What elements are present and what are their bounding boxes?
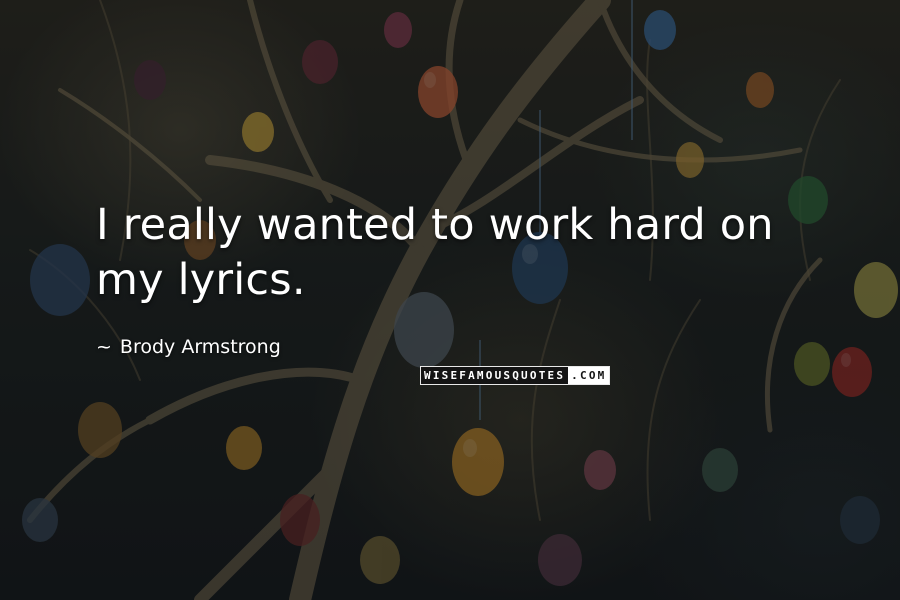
quote-image: I really wanted to work hard on my lyric… bbox=[0, 0, 900, 600]
author-line: ~ Brody Armstrong bbox=[96, 335, 281, 359]
watermark-suffix: .COM bbox=[568, 367, 610, 384]
watermark-main: WISEFAMOUSQUOTES bbox=[421, 367, 569, 384]
quote-block: I really wanted to work hard on my lyric… bbox=[96, 198, 836, 308]
site-watermark-logo: WISEFAMOUSQUOTES .COM bbox=[420, 366, 611, 385]
author-prefix: ~ bbox=[96, 336, 112, 358]
author-name: Brody Armstrong bbox=[119, 336, 281, 358]
quote-text: I really wanted to work hard on my lyric… bbox=[96, 200, 774, 305]
